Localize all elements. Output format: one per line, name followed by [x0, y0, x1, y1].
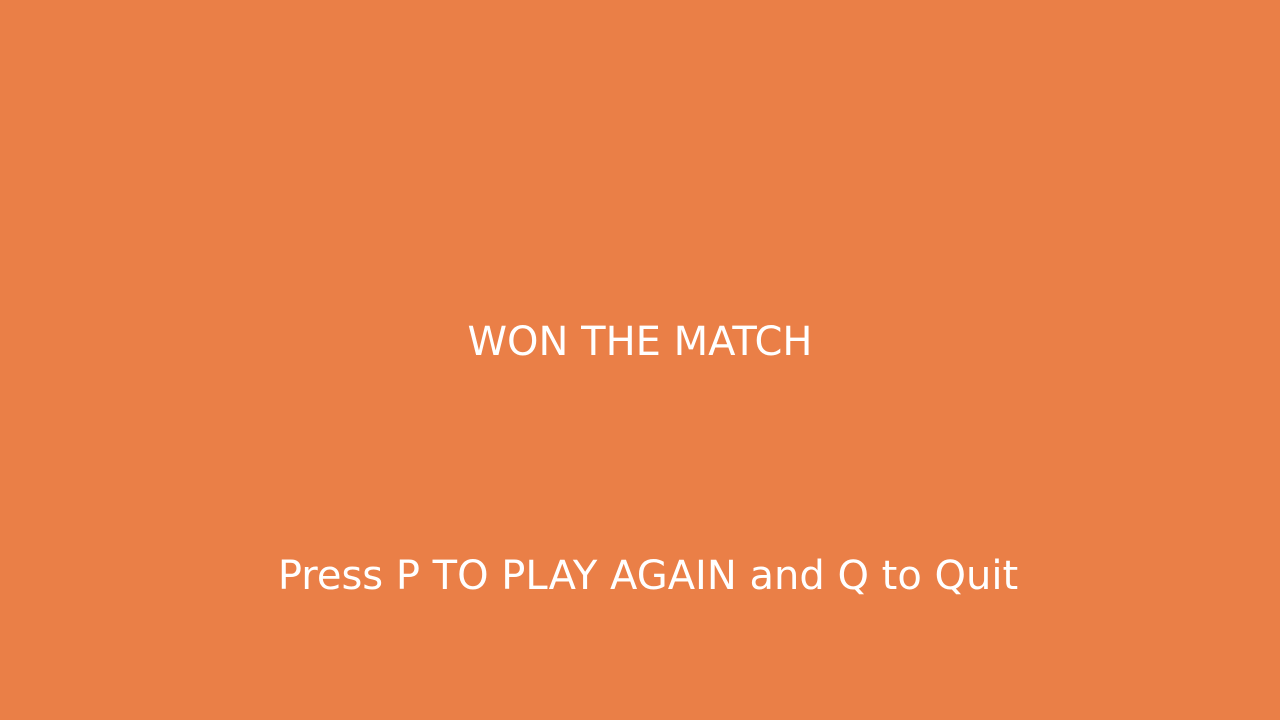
play-again-quit-instructions: Press P TO PLAY AGAIN and Q to Quit — [277, 553, 1019, 599]
match-result-text: WON THE MATCH — [467, 319, 813, 365]
game-over-screen: WON THE MATCH Press P TO PLAY AGAIN and … — [0, 0, 1280, 720]
